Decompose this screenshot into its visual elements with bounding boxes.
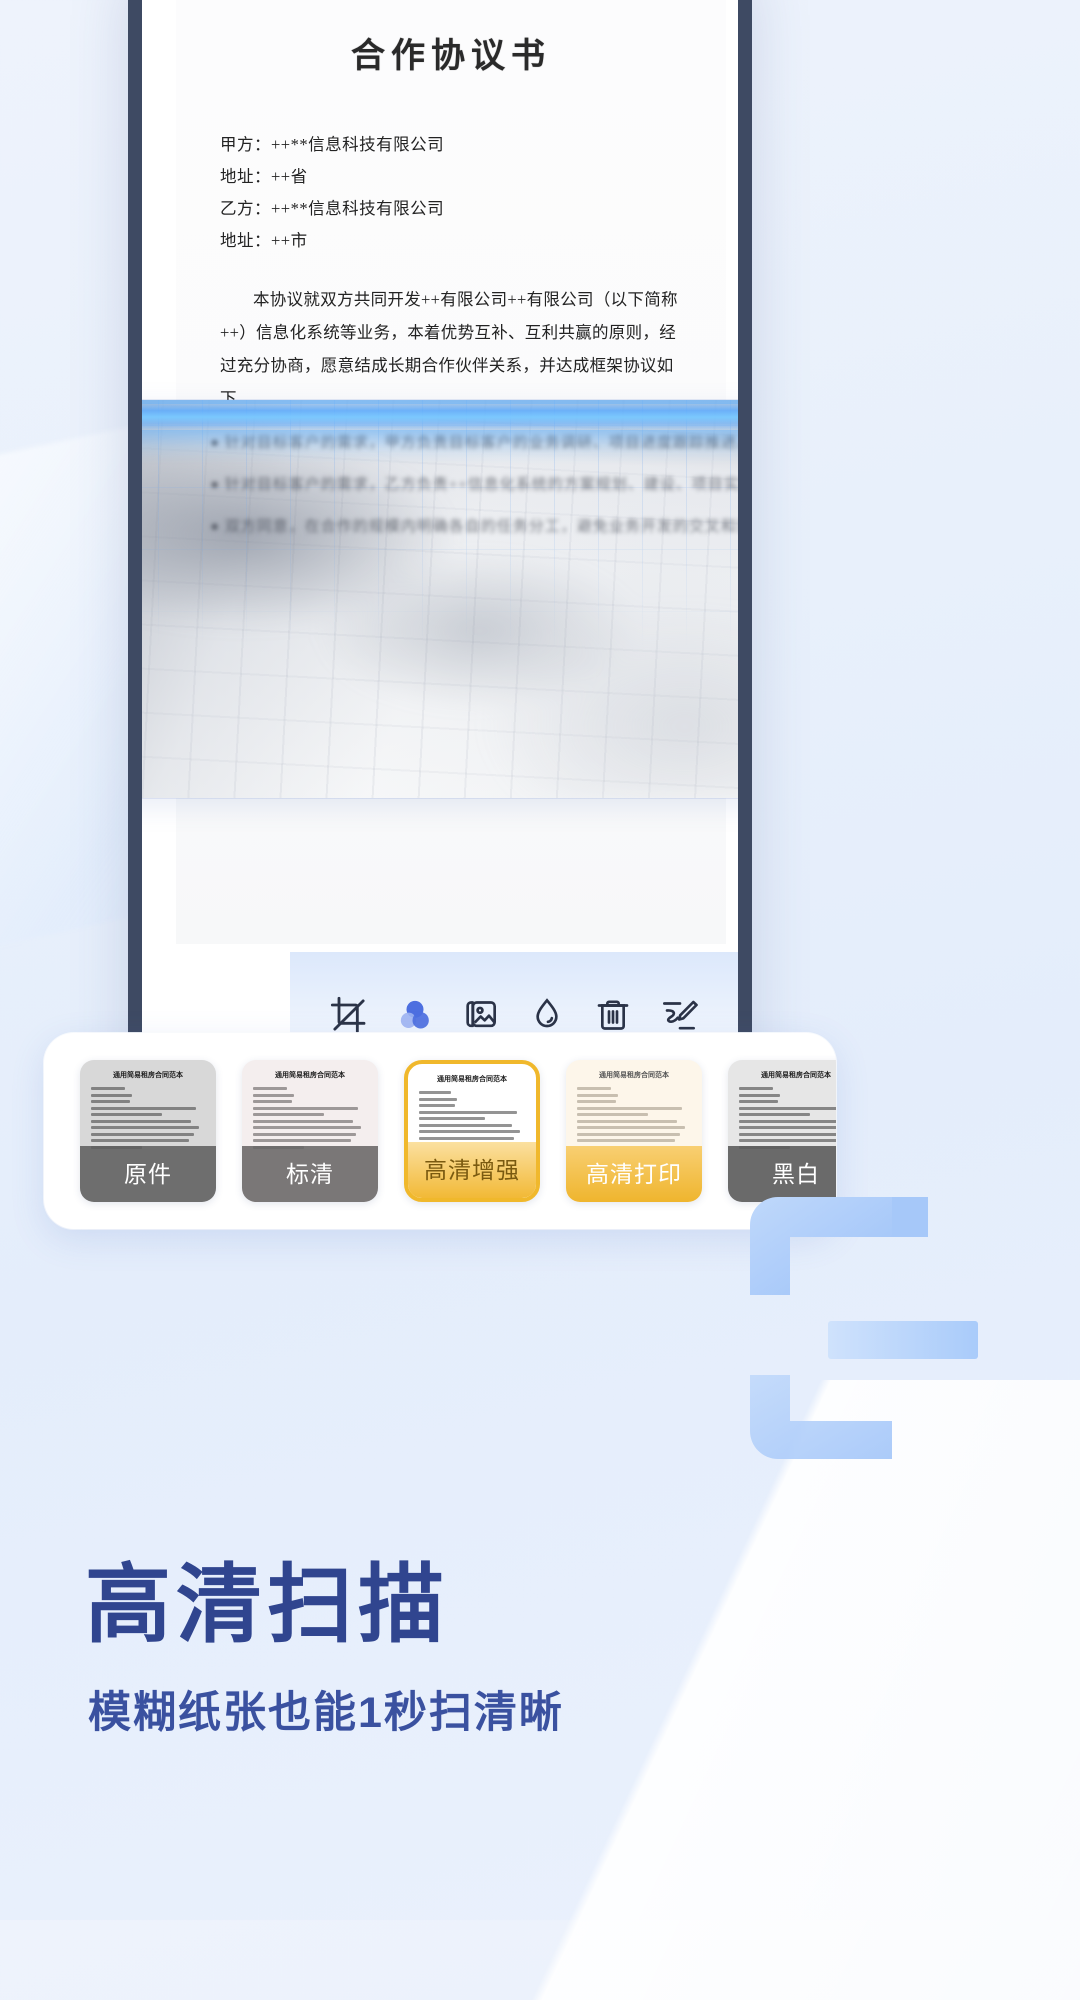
thumb-line xyxy=(419,1123,513,1127)
filter-label: 标清 xyxy=(286,1160,334,1187)
thumb-line xyxy=(419,1110,517,1114)
signature-icon xyxy=(659,992,699,1038)
filter-label-bar: 高清打印 xyxy=(566,1146,702,1202)
trash-icon xyxy=(593,992,633,1038)
phone-screen: 合作协议书 甲方：++**信息科技有限公司 地址：++省 乙方：++**信息科技… xyxy=(142,0,738,1134)
document-line: 甲方：++**信息科技有限公司 xyxy=(220,135,445,154)
thumb-line xyxy=(739,1139,836,1142)
thumb-line xyxy=(91,1126,200,1129)
thumb-line xyxy=(577,1093,619,1097)
document-paragraph: 本协议就双方共同开发++有限公司++有限公司（以下简称++）信息化系统等业务，本… xyxy=(220,290,678,408)
filter-label-bar: 原件 xyxy=(80,1146,216,1202)
thumb-line xyxy=(739,1106,836,1110)
thumb-line xyxy=(91,1087,126,1090)
thumb-line xyxy=(577,1139,676,1142)
page-subtitle: 模糊纸张也能1秒扫清晰 xyxy=(88,1689,564,1737)
thumb-line xyxy=(739,1087,774,1090)
filter-thumb-title: 通用简易租房合同范本 xyxy=(599,1072,669,1079)
thumb-line xyxy=(419,1117,485,1120)
thumb-line xyxy=(253,1113,324,1116)
thumb-line xyxy=(91,1106,196,1110)
filter-thumb-title: 通用简易租房合同范本 xyxy=(113,1072,183,1079)
thumb-line xyxy=(91,1132,194,1136)
filter-thumb-title: 通用简易租房合同范本 xyxy=(437,1076,507,1083)
filter-card-standard[interactable]: 通用简易租房合同范本 标清 xyxy=(242,1060,378,1202)
thumb-line xyxy=(419,1130,520,1133)
scan-line xyxy=(142,404,738,430)
thumb-line xyxy=(577,1106,682,1110)
thumb-line xyxy=(91,1139,190,1142)
thumb-line xyxy=(253,1093,295,1097)
blurred-paper-preview: ● 针对目标客户的需求，甲方负责目标客户的业务调研、项目进度跟踪推进、项目资源协… xyxy=(142,400,738,798)
phone-mockup: 合作协议书 甲方：++**信息科技有限公司 地址：++省 乙方：++**信息科技… xyxy=(128,0,752,1148)
replace-icon xyxy=(461,992,501,1038)
thumb-line xyxy=(253,1139,352,1142)
thumb-line xyxy=(419,1091,451,1094)
thumb-line xyxy=(577,1100,616,1103)
thumb-line xyxy=(91,1113,162,1116)
thumb-line xyxy=(739,1113,810,1116)
thumb-line xyxy=(577,1126,686,1129)
blurred-text-line: ● 针对目标客户的需求，乙方负责++信息化系统的方案规划、建设、项目实施及项目验… xyxy=(210,477,738,493)
thumb-line xyxy=(577,1087,612,1090)
thumb-line xyxy=(739,1119,836,1123)
thumb-line xyxy=(577,1132,680,1136)
filter-icon xyxy=(395,992,435,1038)
blurred-text-block: ● 针对目标客户的需求，甲方负责目标客户的业务调研、项目进度跟踪推进、项目资源协… xyxy=(168,422,738,548)
thumb-line xyxy=(91,1093,133,1097)
filter-card-original[interactable]: 通用简易租房合同范本 原件 xyxy=(80,1060,216,1202)
filter-card-hd-print[interactable]: 通用简易租房合同范本 高清打印 xyxy=(566,1060,702,1202)
filter-label: 原件 xyxy=(124,1160,172,1187)
thumb-line xyxy=(419,1136,515,1140)
thumb-line xyxy=(739,1132,836,1136)
crop-icon xyxy=(329,992,369,1038)
thumb-line xyxy=(253,1100,292,1103)
document-line: 地址：++市 xyxy=(220,231,308,250)
blurred-text-line: ● 双方同意，在合作的规模内明确各自的任务分工，避免业务开发的交叉和重叠，协调好… xyxy=(210,519,738,535)
thumb-line xyxy=(91,1100,130,1103)
watermark-icon xyxy=(527,992,567,1038)
thumb-line xyxy=(253,1132,356,1136)
thumb-line xyxy=(739,1100,778,1103)
thumb-line xyxy=(253,1126,362,1129)
filter-label: 黑白 xyxy=(772,1160,820,1187)
thumb-line xyxy=(577,1113,648,1116)
filter-label-bar: 高清增强 xyxy=(408,1142,536,1198)
document-line: 乙方：++**信息科技有限公司 xyxy=(220,199,445,218)
thumb-line xyxy=(419,1104,456,1107)
thumb-line xyxy=(739,1126,836,1129)
thumb-line xyxy=(739,1093,781,1097)
thumb-line xyxy=(253,1106,358,1110)
thumb-line xyxy=(577,1119,678,1123)
filter-label-bar: 标清 xyxy=(242,1146,378,1202)
document-line: 地址：++省 xyxy=(220,167,308,186)
filter-label: 高清增强 xyxy=(424,1156,520,1183)
filter-card-black-white[interactable]: 通用简易租房合同范本 黑白 xyxy=(728,1060,836,1202)
thumb-line xyxy=(253,1087,288,1090)
filter-carousel[interactable]: 通用简易租房合同范本 原件 通用简易租房合同范本 标清 通用简易租房合同范本 高… xyxy=(44,1033,836,1229)
filter-label-bar: 黑白 xyxy=(728,1146,836,1202)
thumb-line xyxy=(253,1119,354,1123)
filter-card-hd-enhance[interactable]: 通用简易租房合同范本 高清增强 xyxy=(404,1060,540,1202)
thumb-line xyxy=(419,1097,458,1101)
filter-label: 高清打印 xyxy=(586,1160,682,1187)
filter-thumb-title: 通用简易租房合同范本 xyxy=(275,1072,345,1079)
filter-thumb-title: 通用简易租房合同范本 xyxy=(761,1072,831,1079)
page-title: 高清扫描 xyxy=(85,1557,449,1653)
thumb-line xyxy=(91,1119,192,1123)
document-title: 合作协议书 xyxy=(351,38,551,75)
